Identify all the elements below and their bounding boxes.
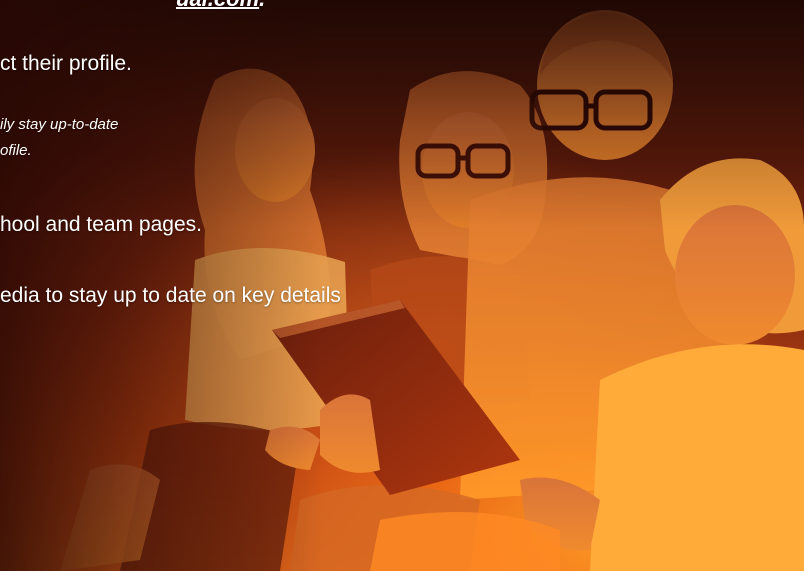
website-link-text[interactable]: ual.com	[176, 0, 259, 11]
link-trailing-period: .	[259, 0, 265, 11]
profile-note-line-2: ofile.	[0, 142, 32, 159]
hero-background: ual.com. ct their profile. ily stay up-t…	[0, 0, 804, 571]
profile-instruction-text: ct their profile.	[0, 52, 132, 75]
website-link-fragment[interactable]: ual.com.	[176, 0, 265, 12]
promo-text-block: ual.com. ct their profile. ily stay up-t…	[0, 0, 804, 571]
social-media-text: edia to stay up to date on key details	[0, 284, 341, 307]
school-team-pages-text: hool and team pages.	[0, 213, 202, 236]
profile-note-line-1: ily stay up-to-date	[0, 116, 119, 133]
